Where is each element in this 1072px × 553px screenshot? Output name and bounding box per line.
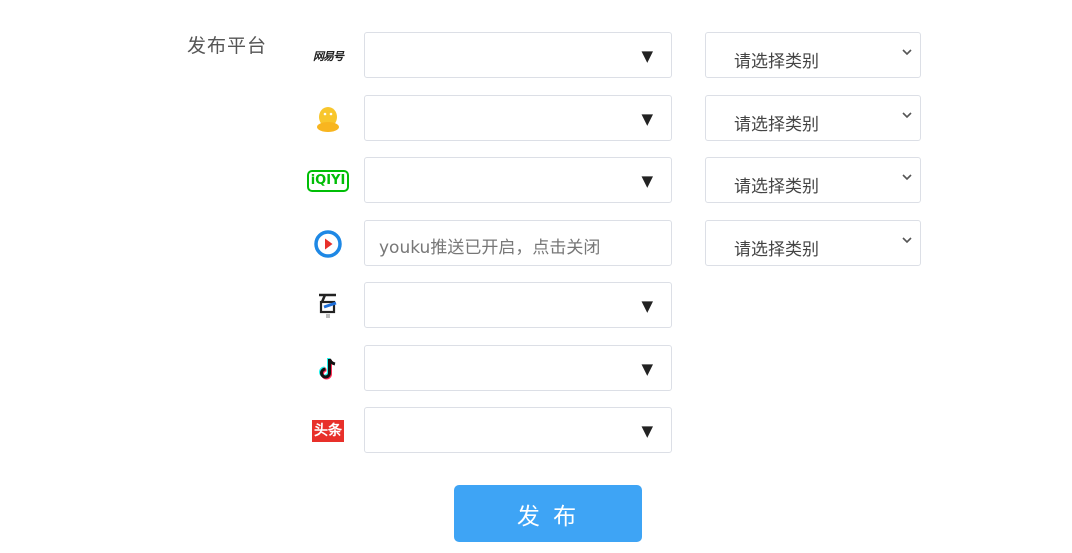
toutiao-logo-icon: 头条 <box>306 416 350 446</box>
baijiahao-logo-icon <box>306 291 350 321</box>
netease-category-select[interactable]: 请选择类别 <box>705 32 921 78</box>
caret-down-icon: ▼ <box>641 360 653 378</box>
baijiahao-account-select[interactable]: ▼ <box>364 282 672 328</box>
caret-down-icon: ▼ <box>641 422 653 440</box>
platform-row-iqiyi: iQIYI ▼ 请选择类别 <box>306 157 926 205</box>
caret-down-icon: ▼ <box>641 172 653 190</box>
douyin-logo-icon <box>306 354 350 384</box>
qq-penguin-icon <box>306 104 350 134</box>
chevron-down-icon <box>902 112 912 119</box>
platform-row-toutiao: 头条 ▼ <box>306 407 926 455</box>
chevron-down-icon <box>902 174 912 181</box>
chevron-down-icon <box>902 49 912 56</box>
qq-account-select[interactable]: ▼ <box>364 95 672 141</box>
publish-button[interactable]: 发 布 <box>454 485 642 542</box>
chevron-down-icon <box>902 237 912 244</box>
caret-down-icon: ▼ <box>641 47 653 65</box>
youku-logo-icon <box>306 229 350 259</box>
platform-row-youku: youku推送已开启，点击关闭 请选择类别 <box>306 220 926 268</box>
qq-category-select[interactable]: 请选择类别 <box>705 95 921 141</box>
platform-label: 发布平台 <box>187 35 268 57</box>
caret-down-icon: ▼ <box>641 110 653 128</box>
youku-category-select[interactable]: 请选择类别 <box>705 220 921 266</box>
platform-row-douyin: ▼ <box>306 345 926 393</box>
netease-account-select[interactable]: ▼ <box>364 32 672 78</box>
iqiyi-account-select[interactable]: ▼ <box>364 157 672 203</box>
caret-down-icon: ▼ <box>641 297 653 315</box>
platform-row-qq: ▼ 请选择类别 <box>306 95 926 143</box>
douyin-account-select[interactable]: ▼ <box>364 345 672 391</box>
iqiyi-category-select[interactable]: 请选择类别 <box>705 157 921 203</box>
netease-logo-icon: 网易号 <box>313 50 344 63</box>
platform-row-baijiahao: ▼ <box>306 282 926 330</box>
iqiyi-logo-icon: iQIYI <box>306 166 350 196</box>
platform-row-netease: 网易号 ▼ 请选择类别 <box>306 32 926 80</box>
toutiao-account-select[interactable]: ▼ <box>364 407 672 453</box>
youku-push-toggle[interactable]: youku推送已开启，点击关闭 <box>364 220 672 266</box>
